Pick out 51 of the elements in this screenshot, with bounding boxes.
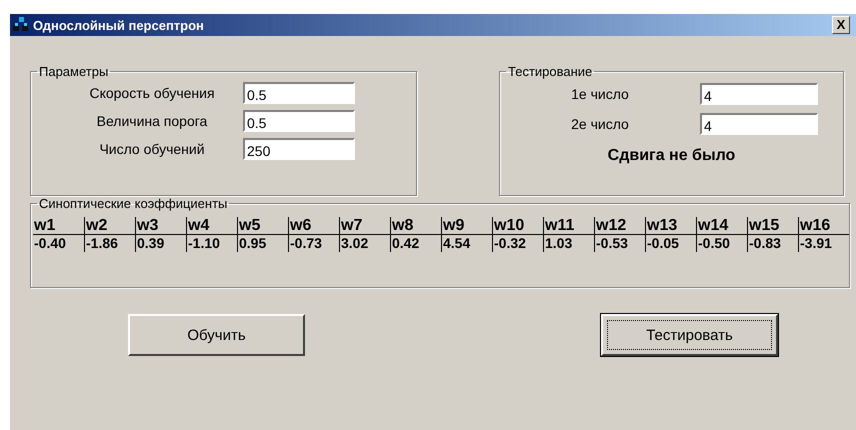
column-header: w15 <box>747 217 798 235</box>
column-header: w2 <box>84 217 135 235</box>
table-cell: -0.05 <box>645 235 696 252</box>
field-label: 1е число <box>570 86 630 102</box>
action-button[interactable]: Обучить <box>128 314 305 356</box>
column-header: w16 <box>798 217 849 235</box>
column-header: w12 <box>594 217 645 235</box>
input-field[interactable]: 0.5 <box>243 82 355 104</box>
table-cell: 1.03 <box>543 235 594 252</box>
network-icon <box>12 16 30 34</box>
field-label: Величина порога <box>96 113 208 129</box>
table-cell: 4.54 <box>441 235 492 252</box>
result-text: Сдвига не было <box>608 147 736 164</box>
field-label: Число обучений <box>98 141 206 157</box>
column-header: w7 <box>339 217 390 235</box>
group-title: Параметры <box>38 64 110 79</box>
column-header: w10 <box>492 217 543 235</box>
table-cell: -0.32 <box>492 235 543 252</box>
column-header: w9 <box>441 217 492 235</box>
table-cell: 0.42 <box>390 235 441 252</box>
column-header: w1 <box>33 217 84 235</box>
column-header: w11 <box>543 217 594 235</box>
table-cell: -1.86 <box>84 235 135 252</box>
window-title: Однослойный персептрон <box>33 18 205 32</box>
column-header: w14 <box>696 217 747 235</box>
table-cell: -0.73 <box>288 235 339 252</box>
group-title: Тестирование <box>507 64 594 79</box>
field-label: Скорость обучения <box>88 85 216 101</box>
column-header: w13 <box>645 217 696 235</box>
table-cell-text: -0.40 <box>33 235 67 252</box>
input-field[interactable]: 4 <box>700 83 818 105</box>
column-header: w6 <box>288 217 339 235</box>
table-cell: -1.10 <box>186 235 237 252</box>
table-cell: -0.53 <box>594 235 645 252</box>
input-field[interactable]: 4 <box>700 113 818 135</box>
table-cell: -0.50 <box>696 235 747 252</box>
table-cell: 0.39 <box>135 235 186 252</box>
column-header: w8 <box>390 217 441 235</box>
column-header: w4 <box>186 217 237 235</box>
action-button[interactable]: Тестировать <box>601 314 778 356</box>
table-cell: 3.02 <box>339 235 390 252</box>
field-label: 2е число <box>570 116 630 132</box>
table-cell: 0.95 <box>237 235 288 252</box>
group-title: Синоптические коэффициенты <box>38 196 228 211</box>
input-field[interactable]: 0.5 <box>243 110 355 132</box>
table-cell: -3.91 <box>798 235 849 252</box>
table-cell: -0.83 <box>747 235 798 252</box>
input-field[interactable]: 250 <box>243 138 355 160</box>
close-button[interactable]: X <box>832 16 850 34</box>
column-header: w5 <box>237 217 288 235</box>
column-header: w3 <box>135 217 186 235</box>
